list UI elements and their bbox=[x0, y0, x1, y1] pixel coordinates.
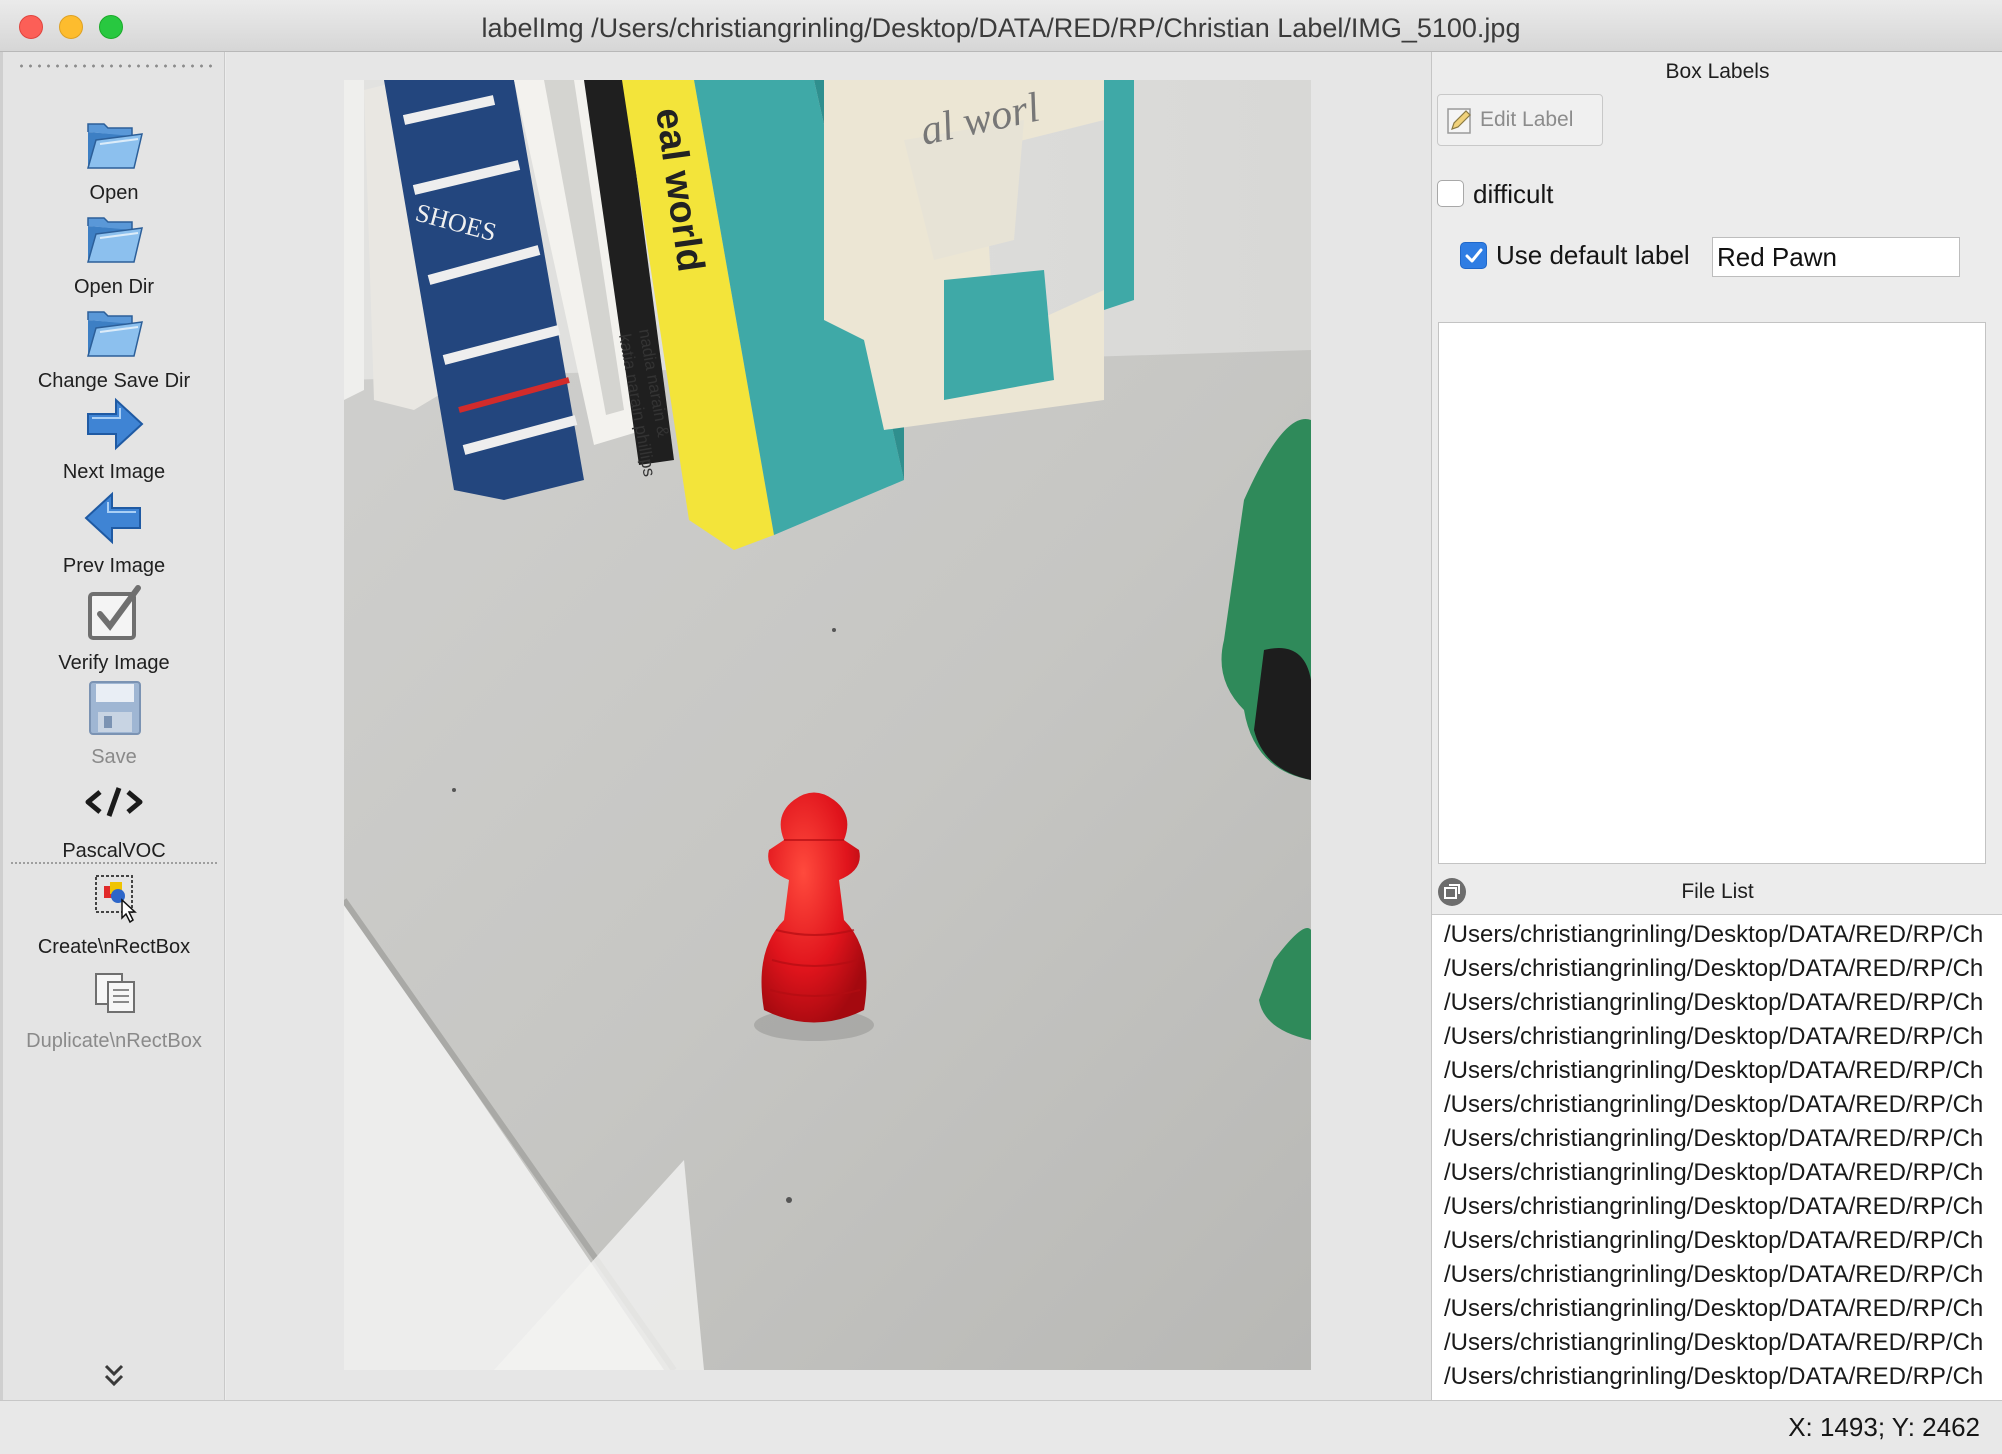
duplicate-rectbox-label: Duplicate\nRectBox bbox=[26, 1030, 202, 1052]
save-label: Save bbox=[91, 746, 137, 768]
file-list-item[interactable]: /Users/christiangrinling/Desktop/DATA/RE… bbox=[1444, 1023, 1983, 1051]
pascalvoc-label: PascalVOC bbox=[62, 840, 166, 862]
verify-image-label: Verify Image bbox=[58, 652, 170, 674]
use-default-label-text: Use default label bbox=[1496, 240, 1690, 270]
labelimg-window: labelImg /Users/christiangrinling/Deskto… bbox=[0, 0, 2002, 1454]
file-list-item[interactable]: /Users/christiangrinling/Desktop/DATA/RE… bbox=[1444, 1193, 1983, 1221]
file-list-item[interactable]: /Users/christiangrinling/Desktop/DATA/RE… bbox=[1444, 955, 1983, 983]
arrow-left-icon bbox=[84, 491, 141, 545]
next-image-label: Next Image bbox=[62, 461, 166, 483]
status-bar: X: 1493; Y: 2462 bbox=[0, 1400, 2002, 1454]
image-canvas[interactable]: SHOES eal world nadia narain & katia nar… bbox=[226, 52, 1431, 1400]
open-label: Open bbox=[89, 182, 139, 204]
window-title: labelImg /Users/christiangrinling/Deskto… bbox=[481, 13, 1521, 43]
box-labels-title: Box Labels bbox=[1665, 60, 1770, 83]
right-dock: Box Labels Edit Label difficult Use defa… bbox=[1431, 52, 2002, 1400]
file-list-item[interactable]: /Users/christiangrinling/Desktop/DATA/RE… bbox=[1444, 1091, 1983, 1119]
code-tag-icon bbox=[85, 787, 143, 817]
file-list-item[interactable]: /Users/christiangrinling/Desktop/DATA/RE… bbox=[1444, 1125, 1983, 1153]
file-list-header: File List bbox=[1432, 872, 2002, 912]
create-rectbox-label: Create\nRectBox bbox=[37, 936, 191, 958]
use-default-label-checkbox[interactable] bbox=[1460, 242, 1487, 269]
toolbar-separator bbox=[11, 862, 217, 864]
file-list-item[interactable]: /Users/christiangrinling/Desktop/DATA/RE… bbox=[1444, 1329, 1983, 1357]
difficult-label: difficult bbox=[1473, 179, 1554, 209]
toolbar-grip[interactable] bbox=[17, 64, 213, 68]
tool-bar: Open Open Dir Change Save Dir Next Image… bbox=[3, 52, 225, 1400]
open-dir-label: Open Dir bbox=[73, 276, 155, 298]
checkbox-icon bbox=[88, 585, 141, 640]
file-list-item[interactable]: /Users/christiangrinling/Desktop/DATA/RE… bbox=[1444, 1159, 1983, 1187]
file-list-item[interactable]: /Users/christiangrinling/Desktop/DATA/RE… bbox=[1444, 921, 1983, 949]
folder-open-icon bbox=[87, 311, 143, 357]
edit-label-button[interactable]: Edit Label bbox=[1437, 94, 1603, 146]
file-list-item[interactable]: /Users/christiangrinling/Desktop/DATA/RE… bbox=[1444, 1295, 1983, 1323]
cursor-coordinates: X: 1493; Y: 2462 bbox=[1788, 1412, 1980, 1442]
file-list-item[interactable]: /Users/christiangrinling/Desktop/DATA/RE… bbox=[1444, 1261, 1983, 1289]
box-label-list[interactable] bbox=[1438, 322, 1986, 864]
change-save-dir-label: Change Save Dir bbox=[37, 370, 191, 392]
prev-image-label: Prev Image bbox=[62, 555, 166, 577]
edit-pencil-icon bbox=[1447, 108, 1471, 134]
default-label-input[interactable] bbox=[1712, 237, 1960, 277]
folder-open-icon bbox=[87, 123, 143, 169]
file-list-item[interactable]: /Users/christiangrinling/Desktop/DATA/RE… bbox=[1444, 1057, 1983, 1085]
file-list-title: File List bbox=[1681, 880, 1754, 903]
photo-image[interactable]: SHOES eal world nadia narain & katia nar… bbox=[344, 80, 1311, 1370]
create-rectbox-icon bbox=[95, 875, 137, 924]
title-bar: labelImg /Users/christiangrinling/Deskto… bbox=[0, 0, 2002, 52]
edit-label-text: Edit Label bbox=[1480, 108, 1574, 131]
file-list-item[interactable]: /Users/christiangrinling/Desktop/DATA/RE… bbox=[1444, 1227, 1983, 1255]
checkmark-icon bbox=[1465, 248, 1483, 263]
chevron-down-icon[interactable] bbox=[102, 1362, 126, 1392]
file-list[interactable]: /Users/christiangrinling/Desktop/DATA/RE… bbox=[1432, 914, 2002, 1400]
file-list-item[interactable]: /Users/christiangrinling/Desktop/DATA/RE… bbox=[1444, 989, 1983, 1017]
duplicate-rectbox-icon bbox=[95, 973, 135, 1013]
folder-open-icon bbox=[87, 217, 143, 263]
floppy-disk-icon bbox=[89, 681, 141, 735]
file-list-item[interactable]: /Users/christiangrinling/Desktop/DATA/RE… bbox=[1444, 1363, 1983, 1391]
difficult-checkbox[interactable] bbox=[1437, 180, 1464, 207]
arrow-right-icon bbox=[87, 397, 144, 451]
